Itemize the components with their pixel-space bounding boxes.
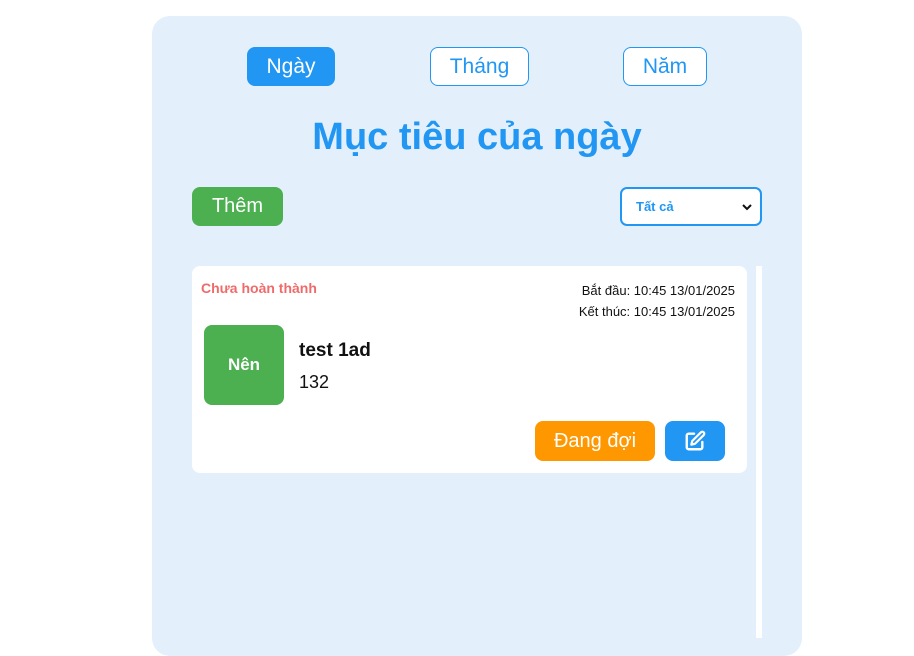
period-tabs: Ngày Tháng Năm bbox=[0, 47, 914, 86]
page-title: Mục tiêu của ngày bbox=[312, 116, 642, 158]
add-button[interactable]: Thêm bbox=[192, 187, 283, 226]
goal-card: Chưa hoàn thành Bắt đầu: 10:45 13/01/202… bbox=[192, 266, 747, 473]
waiting-button[interactable]: Đang đợi bbox=[535, 421, 655, 461]
goal-dates: Bắt đầu: 10:45 13/01/2025 Kết thúc: 10:4… bbox=[579, 280, 735, 322]
end-time: Kết thúc: 10:45 13/01/2025 bbox=[578, 304, 735, 319]
chevron-down-icon bbox=[742, 203, 752, 210]
priority-badge: Nên bbox=[204, 325, 284, 405]
filter-select[interactable]: Tất cả bbox=[620, 187, 762, 226]
tab-year[interactable]: Năm bbox=[623, 47, 707, 86]
goal-title: test 1ad bbox=[299, 340, 371, 361]
edit-icon bbox=[685, 430, 706, 451]
status-badge: Chưa hoàn thành bbox=[201, 280, 317, 296]
filter-selected-value: Tất cả bbox=[636, 199, 674, 214]
edit-button[interactable] bbox=[665, 421, 725, 461]
tab-month[interactable]: Tháng bbox=[430, 47, 529, 86]
scrollbar[interactable] bbox=[756, 266, 762, 638]
start-time: Bắt đầu: 10:45 13/01/2025 bbox=[581, 283, 735, 298]
goal-description: 132 bbox=[299, 372, 330, 392]
tab-day[interactable]: Ngày bbox=[247, 47, 335, 86]
